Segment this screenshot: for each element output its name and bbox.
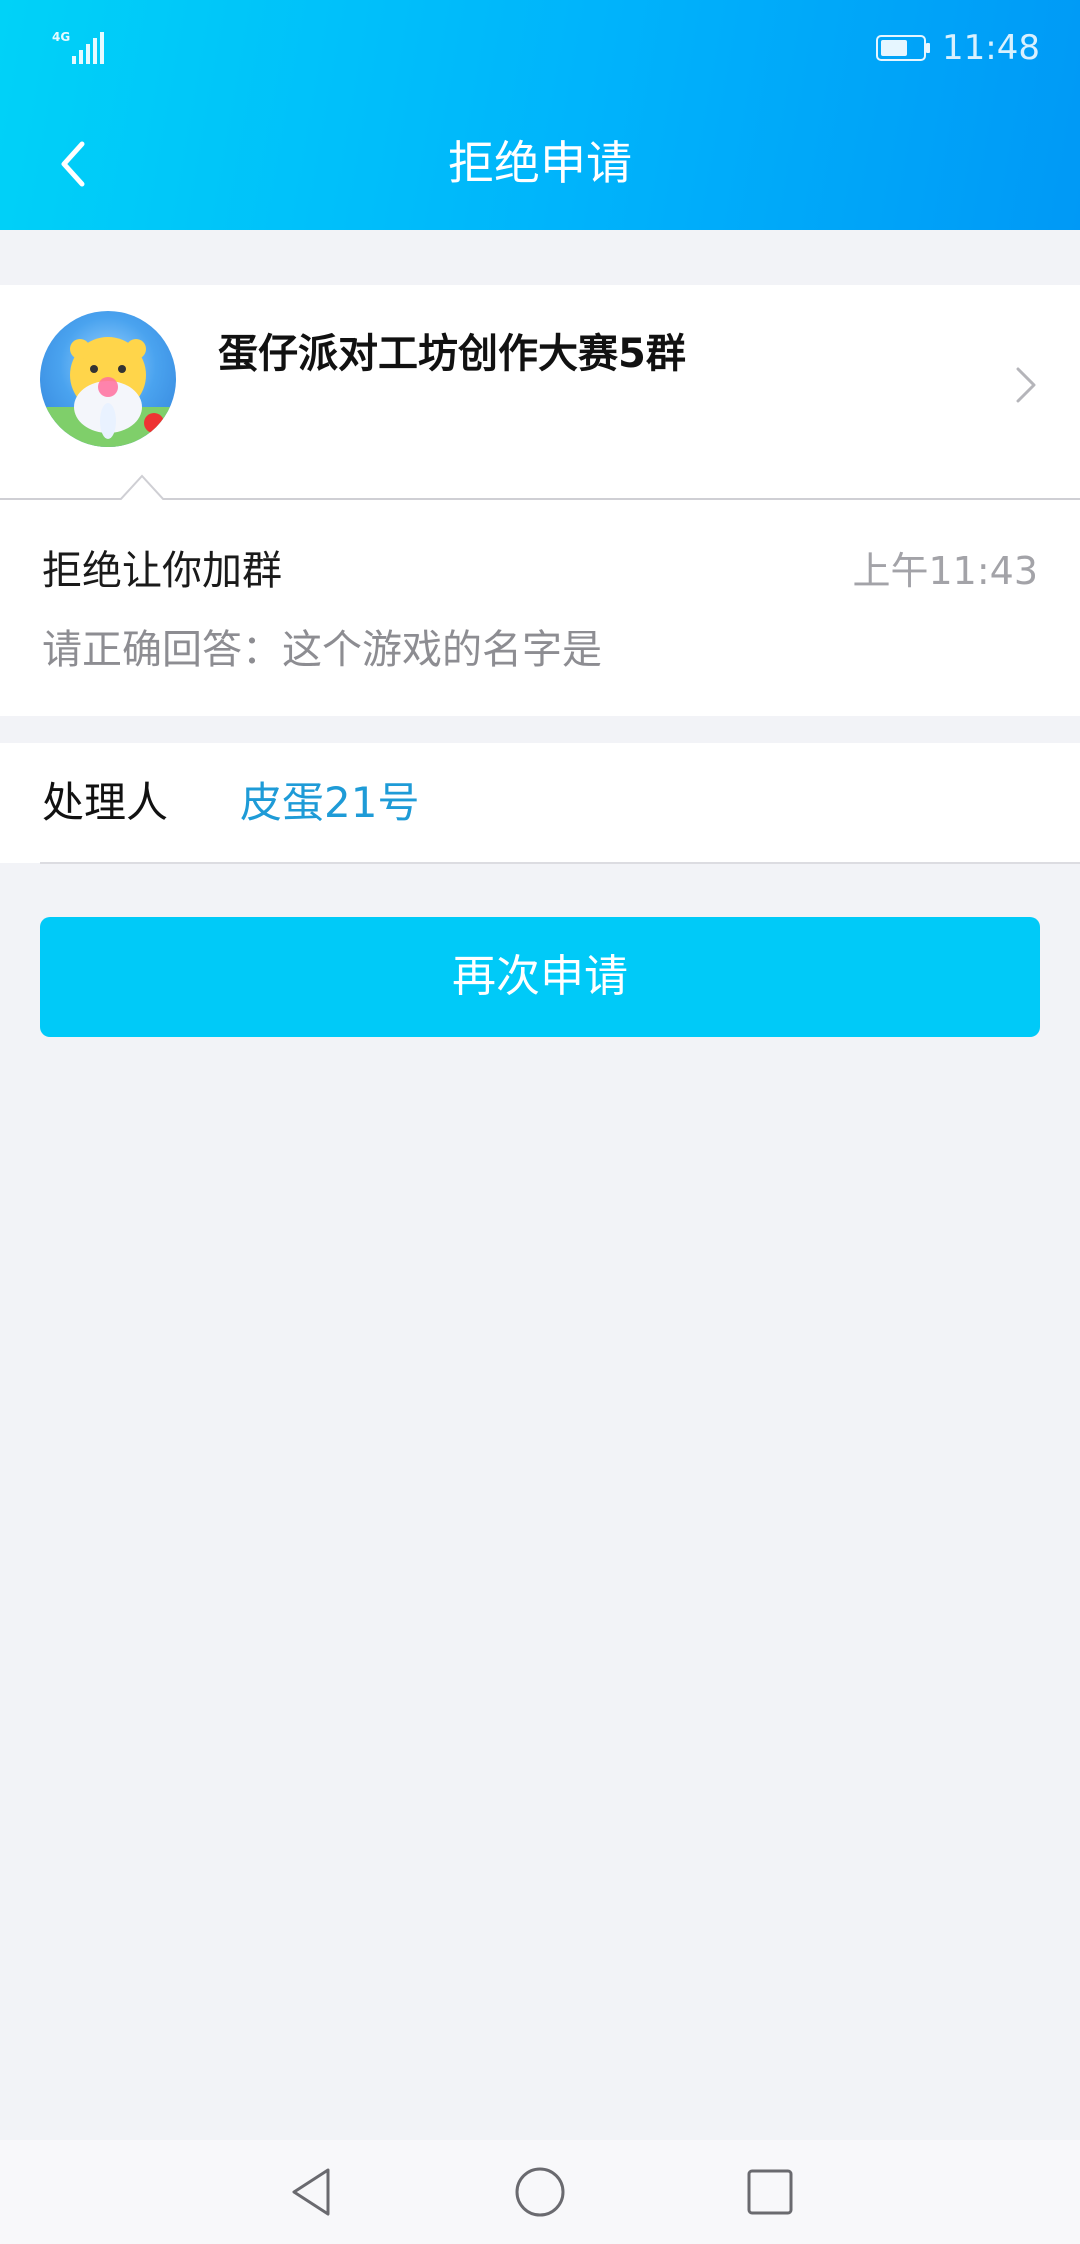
group-avatar [40,311,176,447]
battery-icon [876,35,930,61]
system-nav-bar [0,2140,1080,2244]
nav-back-icon[interactable] [282,2162,342,2222]
pointer-caret [120,474,164,500]
page-title: 拒绝申请 [448,136,632,190]
reapply-button[interactable]: 再次申请 [40,917,1040,1037]
status-time: 11:48 [942,28,1040,68]
rejection-time: 上午11:43 [852,549,1038,593]
rejection-card: 拒绝让你加群 上午11:43 请正确回答：这个游戏的名字是 [0,500,1080,716]
chevron-right-icon [1016,367,1036,403]
nav-home-icon[interactable] [510,2162,570,2222]
handler-name-link[interactable]: 皮蛋21号 [240,775,419,831]
handler-label: 处理人 [42,778,169,827]
rejection-title: 拒绝让你加群 [42,548,282,594]
app-header: 4G 11:48 拒绝申请 [0,0,1080,230]
mascot-avatar-icon [40,337,176,447]
handler-row: 处理人 皮蛋21号 [0,743,1080,863]
rejection-question: 请正确回答：这个游戏的名字是 [42,627,602,673]
signal-icon [72,32,104,64]
group-card[interactable]: 蛋仔派对工坊创作大赛5群 [0,285,1080,499]
group-name: 蛋仔派对工坊创作大赛5群 [218,331,686,377]
nav-recent-icon[interactable] [740,2162,800,2222]
handler-divider [40,862,1080,864]
screen: 4G 11:48 拒绝申请 蛋仔派对工坊创作大赛5群 拒绝让你加群 上午11:4… [0,0,1080,2244]
